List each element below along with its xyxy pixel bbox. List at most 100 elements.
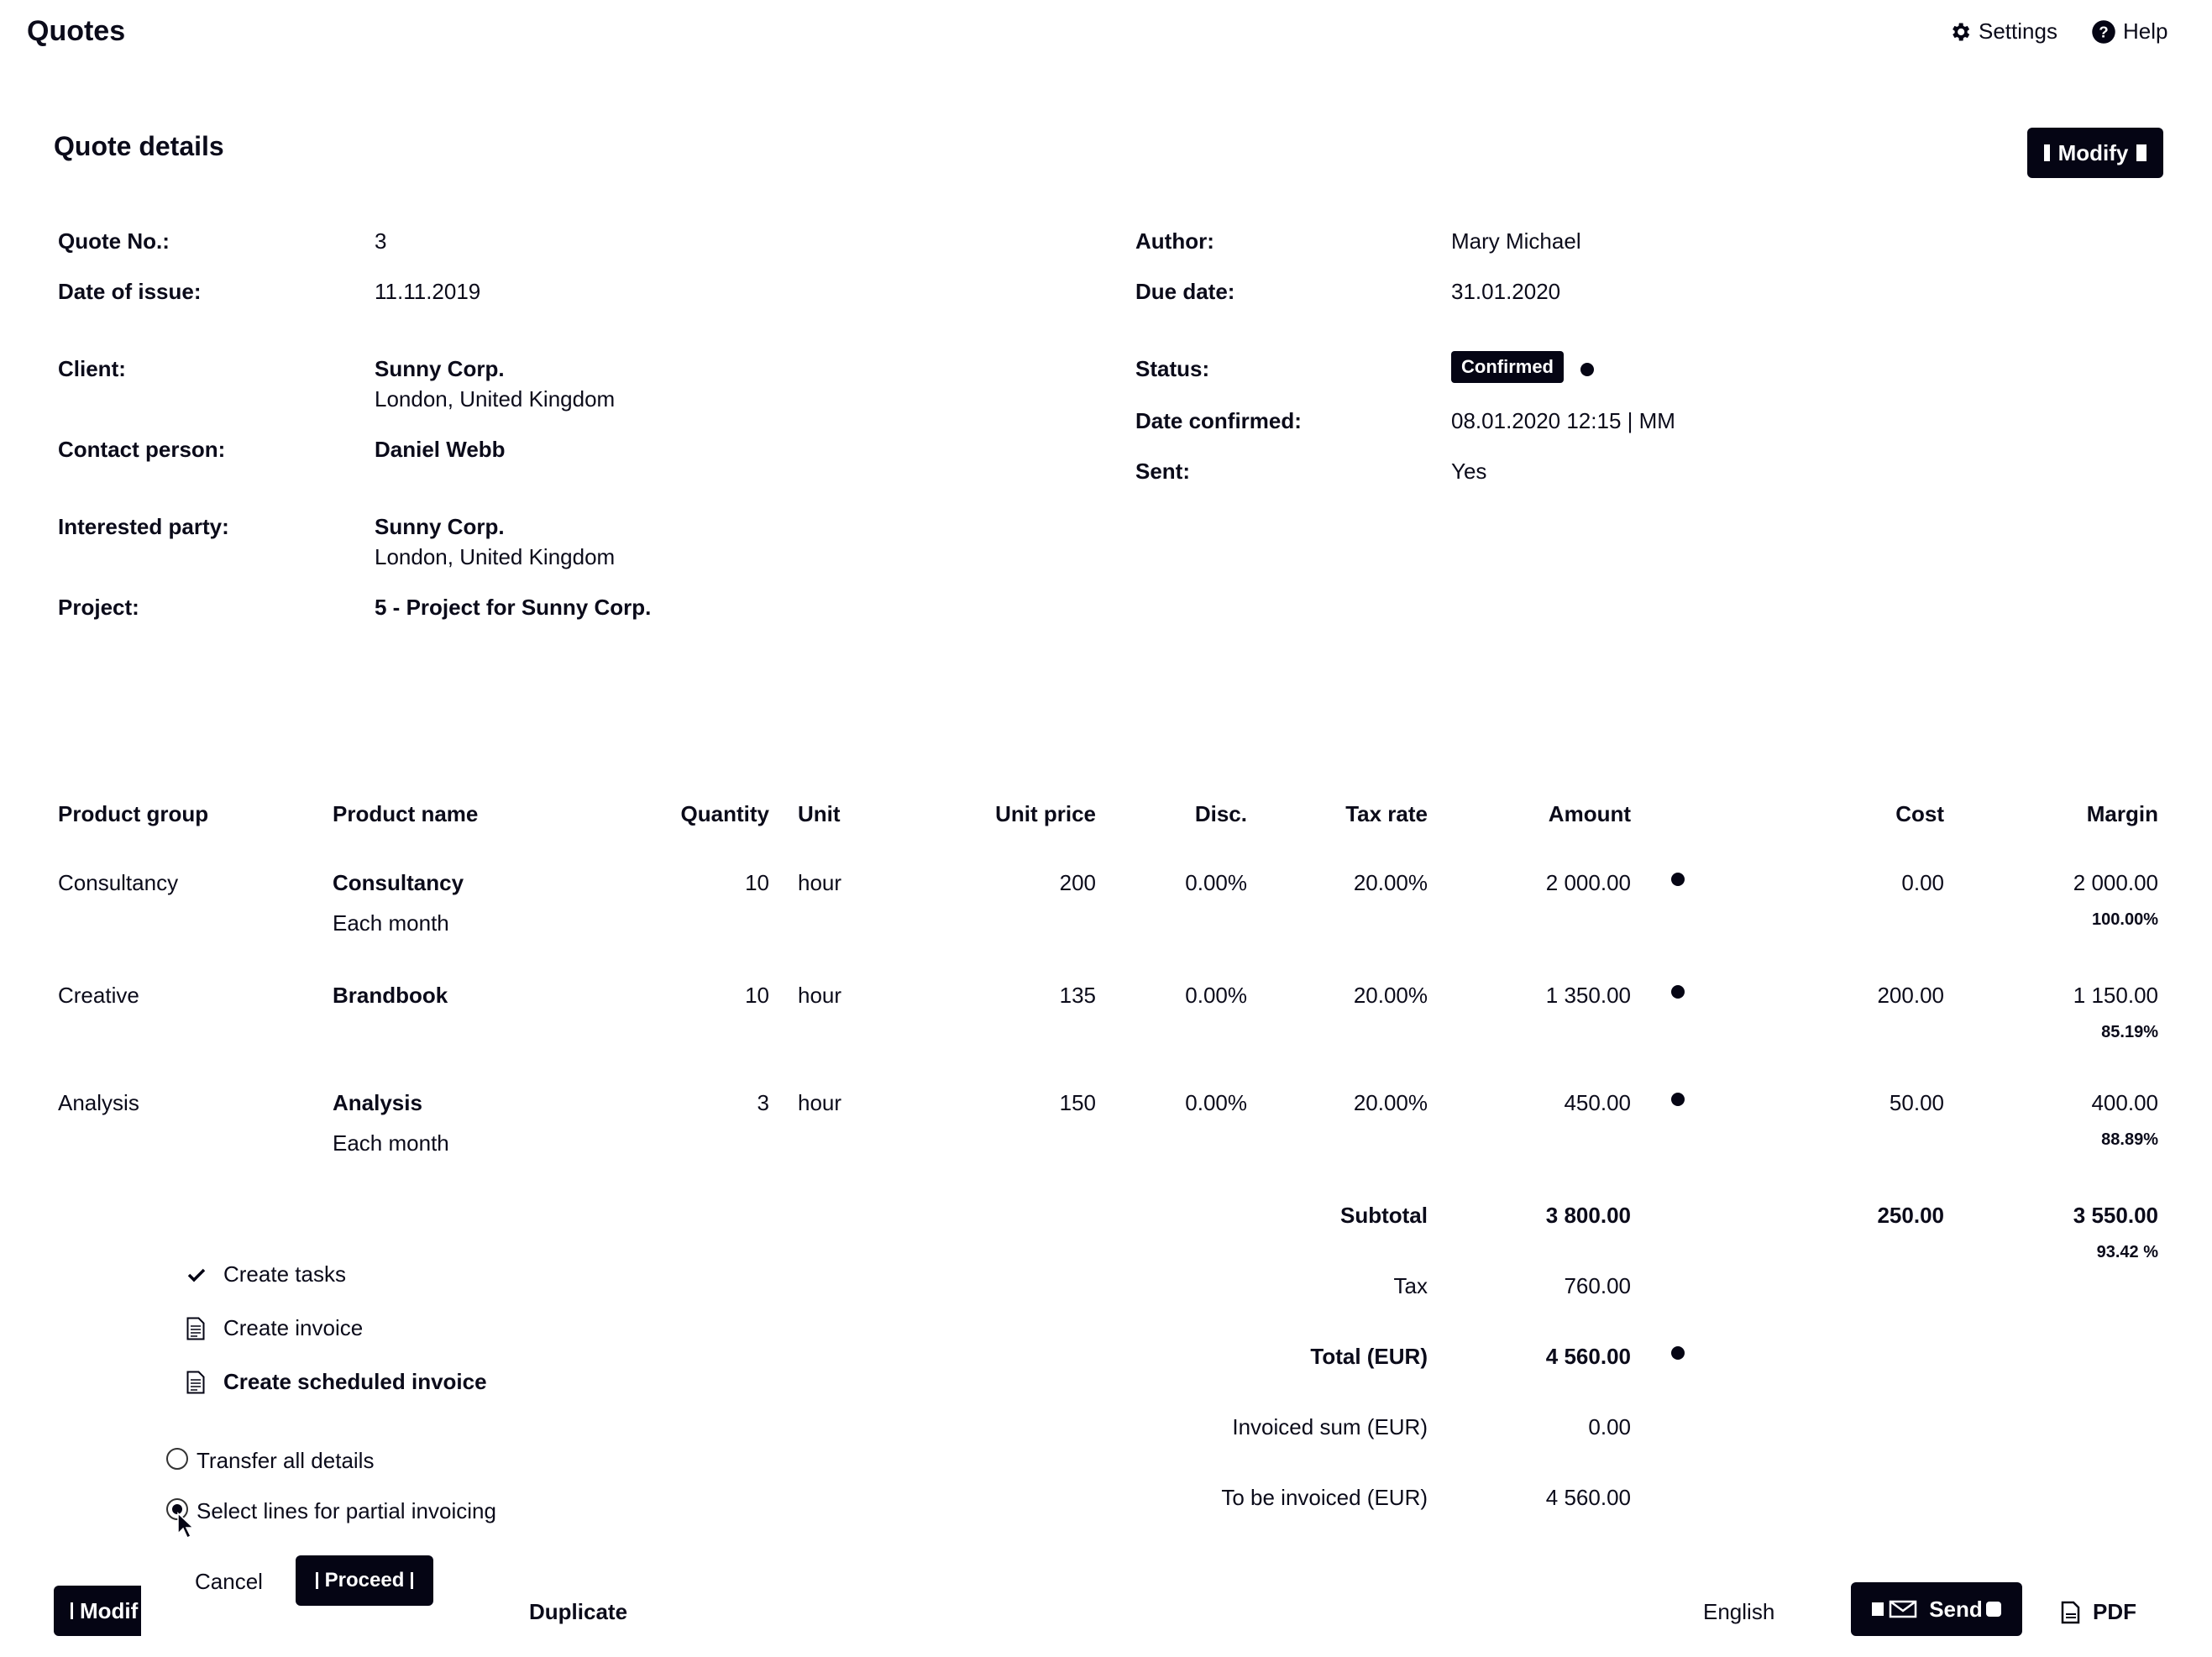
row-disc: 0.00%: [1185, 983, 1247, 1008]
send-button[interactable]: Send: [1851, 1582, 2022, 1636]
total-menu-dot[interactable]: [1671, 1346, 1685, 1360]
sent-label: Sent:: [1135, 459, 1190, 484]
project-label: Project:: [58, 595, 139, 620]
row-unit: hour: [798, 983, 842, 1008]
row-unit: hour: [798, 1090, 842, 1115]
author-value: Mary Michael: [1451, 228, 1581, 254]
duplicate-button[interactable]: Duplicate: [529, 1599, 627, 1625]
client-label: Client:: [58, 356, 126, 381]
gear-icon: [1953, 23, 1970, 40]
pdf-label: PDF: [2093, 1599, 2136, 1624]
interested-party-label: Interested party:: [58, 514, 229, 539]
header-product-group: Product group: [58, 801, 209, 826]
row-margin: 400.00: [2091, 1090, 2158, 1115]
help-label: Help: [2123, 18, 2168, 44]
total-value: 4 560.00: [1545, 1344, 1631, 1369]
row-margin-pct: 100.00%: [2092, 910, 2158, 929]
row-quantity: 10: [745, 983, 769, 1008]
header-unit: Unit: [798, 801, 841, 826]
tax-label: Tax: [1393, 1273, 1428, 1298]
row-margin: 1 150.00: [2073, 983, 2158, 1008]
row-tax-rate: 20.00%: [1353, 870, 1428, 895]
row-unit-price: 135: [1059, 983, 1096, 1008]
invoiced-sum-value: 0.00: [1588, 1414, 1631, 1439]
language-selector[interactable]: English: [1703, 1599, 1774, 1625]
settings-label: Settings: [1979, 18, 2057, 44]
row-quantity: 10: [745, 870, 769, 895]
transfer-all-label: Transfer all details: [197, 1448, 375, 1473]
row-disc: 0.00%: [1185, 1090, 1247, 1115]
invoiced-sum-label: Invoiced sum (EUR): [1232, 1414, 1428, 1439]
row-disc: 0.00%: [1185, 870, 1247, 895]
transfer-all-radio[interactable]: [166, 1448, 188, 1470]
to-be-invoiced-label: To be invoiced (EUR): [1221, 1485, 1428, 1510]
modify-button[interactable]: Modify: [2027, 128, 2163, 178]
bar-icon: [315, 1572, 318, 1589]
row-cost: 50.00: [1889, 1090, 1944, 1115]
pdf-icon: [2061, 1601, 2080, 1623]
row-menu-dot[interactable]: [1671, 985, 1685, 999]
svg-text:?: ?: [2099, 23, 2108, 40]
status-menu-dot[interactable]: [1580, 363, 1594, 376]
contact-person-value[interactable]: Daniel Webb: [375, 437, 506, 463]
interested-party-location: London, United Kingdom: [375, 544, 616, 569]
help-link[interactable]: ? Help: [2091, 18, 2167, 45]
date-confirmed-label: Date confirmed:: [1135, 408, 1302, 433]
total-label: Total (EUR): [1310, 1344, 1428, 1369]
proceed-button[interactable]: Proceed: [296, 1555, 433, 1606]
bar-icon: [1985, 1602, 2001, 1617]
row-product-name[interactable]: Brandbook: [333, 983, 448, 1009]
due-date-label: Due date:: [1135, 279, 1235, 304]
footer-modify-button[interactable]: Modif: [54, 1586, 141, 1636]
row-product-name[interactable]: Analysis: [333, 1090, 422, 1116]
row-margin-pct: 85.19%: [2101, 1023, 2158, 1041]
row-tax-rate: 20.00%: [1353, 983, 1428, 1008]
envelope-icon: [1872, 1600, 1917, 1618]
create-scheduled-invoice-option[interactable]: Create scheduled invoice: [186, 1369, 487, 1395]
create-invoice-option[interactable]: Create invoice: [186, 1315, 363, 1341]
row-quantity: 3: [757, 1090, 769, 1115]
row-unit-price: 200: [1059, 870, 1096, 895]
row-note: Each month: [333, 1130, 449, 1156]
row-amount: 450.00: [1564, 1090, 1631, 1115]
footer-modify-label: Modif: [80, 1597, 139, 1623]
mouse-cursor-icon: [177, 1512, 195, 1539]
row-unit-price: 150: [1059, 1090, 1096, 1115]
create-tasks-option[interactable]: Create tasks: [186, 1261, 346, 1287]
settings-link[interactable]: Settings: [1948, 18, 2057, 45]
bar-icon: [2136, 144, 2147, 161]
row-cost: 200.00: [1877, 983, 1944, 1008]
sent-value: Yes: [1451, 459, 1487, 484]
client-location: London, United Kingdom: [375, 386, 616, 412]
client-value[interactable]: Sunny Corp.: [375, 356, 505, 382]
row-amount: 1 350.00: [1545, 983, 1631, 1008]
row-cost: 0.00: [1901, 870, 1944, 895]
cancel-button[interactable]: Cancel: [195, 1569, 263, 1595]
help-icon: ?: [2092, 19, 2115, 44]
row-menu-dot[interactable]: [1671, 873, 1685, 886]
proceed-label: Proceed: [324, 1569, 405, 1591]
author-label: Author:: [1135, 228, 1214, 254]
send-label: Send: [1929, 1596, 1983, 1622]
select-lines-label: Select lines for partial invoicing: [197, 1498, 496, 1523]
row-product-name[interactable]: Consultancy: [333, 870, 464, 896]
row-menu-dot[interactable]: [1671, 1093, 1685, 1106]
date-confirmed-value: 08.01.2020 12:15 | MM: [1451, 408, 1675, 433]
date-of-issue-value: 11.11.2019: [375, 279, 481, 304]
header-unit-price: Unit price: [995, 801, 1096, 826]
subtotal-label: Subtotal: [1340, 1203, 1428, 1228]
row-product-group: Consultancy: [58, 870, 179, 895]
tax-value: 760.00: [1564, 1273, 1631, 1298]
interested-party-value[interactable]: Sunny Corp.: [375, 514, 505, 540]
header-disc: Disc.: [1194, 801, 1247, 826]
bar-icon: [2043, 144, 2050, 161]
pdf-button[interactable]: PDF: [2061, 1599, 2136, 1625]
project-value[interactable]: 5 - Project for Sunny Corp.: [375, 595, 651, 621]
document-icon: [186, 1371, 205, 1393]
status-badge[interactable]: Confirmed: [1451, 351, 1564, 383]
due-date-value: 31.01.2020: [1451, 279, 1561, 304]
create-scheduled-invoice-label: Create scheduled invoice: [223, 1369, 487, 1394]
subtotal-value: 3 800.00: [1545, 1203, 1631, 1228]
row-unit: hour: [798, 870, 842, 895]
header-amount: Amount: [1548, 801, 1631, 826]
